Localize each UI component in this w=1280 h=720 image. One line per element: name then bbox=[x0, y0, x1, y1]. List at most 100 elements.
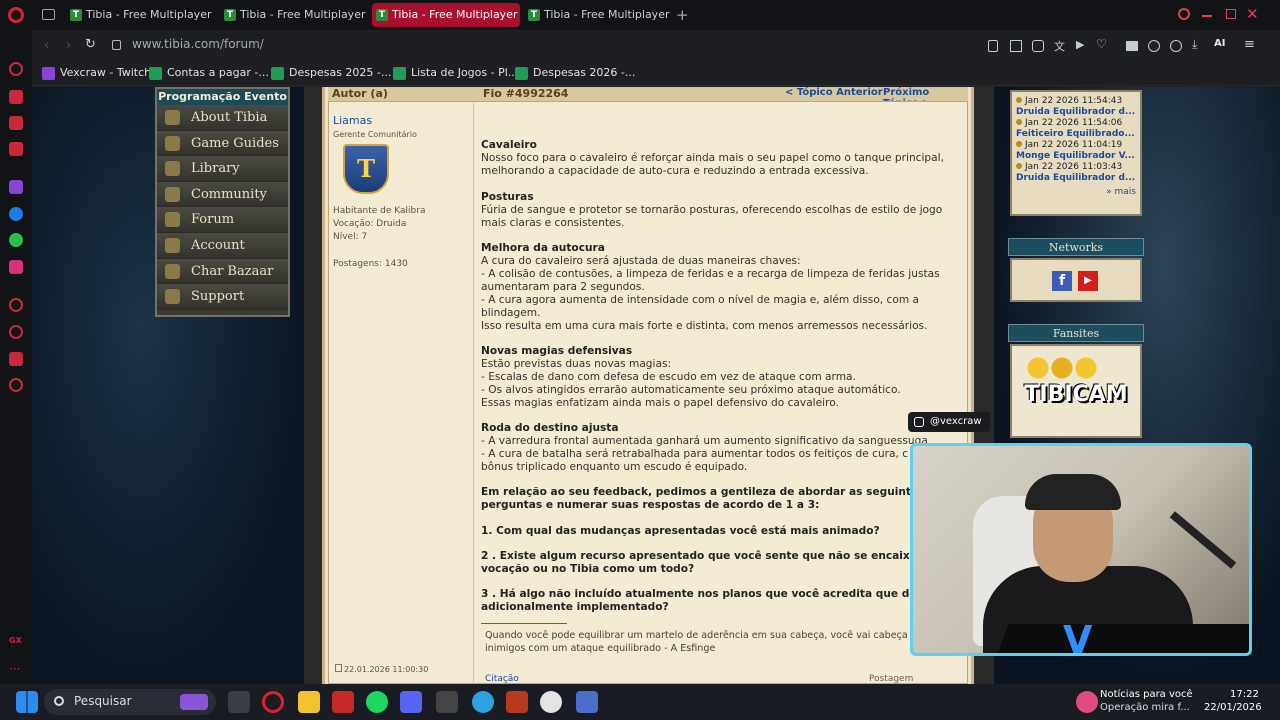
gx-icon[interactable]: GX bbox=[9, 636, 23, 650]
news-link[interactable]: Druida Equilibrador d... bbox=[1016, 107, 1136, 118]
bookmark-despesas-2026[interactable]: Despesas 2026 -... bbox=[515, 66, 635, 80]
menu-item-forum[interactable]: Forum bbox=[157, 207, 288, 233]
youtube-icon[interactable]: ▶ bbox=[1078, 271, 1098, 291]
download-icon[interactable]: ⤓ bbox=[1192, 37, 1197, 52]
profile-icon[interactable] bbox=[1170, 40, 1182, 52]
previous-topic-link[interactable]: < Tópico Anterior bbox=[785, 87, 883, 98]
bookmark-lista-jogos[interactable]: Lista de Jogos - Pl... bbox=[393, 66, 518, 80]
calculator-icon[interactable] bbox=[576, 691, 598, 713]
snapshot-icon[interactable] bbox=[1010, 40, 1022, 52]
discord-icon[interactable] bbox=[400, 691, 422, 713]
more-icon[interactable]: ··· bbox=[9, 662, 23, 676]
history-icon[interactable] bbox=[9, 325, 23, 339]
author-header: Autor (a) bbox=[332, 87, 388, 100]
adblock-icon[interactable] bbox=[1032, 40, 1044, 52]
facebook-icon[interactable]: f bbox=[1052, 271, 1072, 291]
tab-2[interactable]: T Tibia - Free Multiplayer On bbox=[220, 3, 368, 27]
heart-icon[interactable]: ♡ bbox=[1096, 37, 1107, 51]
voicemeeter-icon[interactable] bbox=[332, 691, 354, 713]
twitch-icon[interactable] bbox=[9, 180, 23, 194]
tab-4[interactable]: T Tibia - Free Multiplayer On bbox=[524, 3, 672, 27]
wallet-toolbar-icon[interactable] bbox=[1126, 41, 1138, 51]
instagram-icon[interactable] bbox=[9, 260, 23, 274]
messenger-icon[interactable] bbox=[9, 207, 23, 221]
shopping-icon[interactable] bbox=[9, 90, 23, 104]
menu-item-about[interactable]: About Tibia bbox=[157, 105, 288, 131]
menu-icon[interactable]: ≡ bbox=[1244, 37, 1255, 52]
tibicam-logo[interactable]: TIBICAM bbox=[1016, 382, 1136, 407]
whatsapp-icon[interactable] bbox=[9, 233, 23, 247]
settings-icon[interactable] bbox=[9, 378, 23, 392]
clock-time[interactable]: 17:22 bbox=[1230, 689, 1259, 700]
section-magias: Novas magias defensivas Estão previstas … bbox=[481, 345, 951, 410]
play-icon[interactable]: ▶ bbox=[1076, 38, 1084, 51]
reload-icon[interactable]: ↻ bbox=[85, 37, 96, 52]
bookmark-despesas-2025[interactable]: Despesas 2025 -... bbox=[271, 66, 391, 80]
close-window-icon[interactable]: ✕ bbox=[1246, 5, 1259, 23]
section-line: - A varredura frontal aumentada ganhará … bbox=[481, 435, 928, 447]
menu-item-account[interactable]: Account bbox=[157, 232, 288, 259]
new-tab-icon[interactable]: + bbox=[676, 7, 689, 23]
author-role: Gerente Comunitário bbox=[333, 130, 417, 139]
menu-item-community[interactable]: Community bbox=[157, 181, 288, 208]
spotify-icon[interactable] bbox=[366, 691, 388, 713]
news-link[interactable]: Druida Equilibrador d... bbox=[1016, 173, 1136, 184]
pin-icon[interactable] bbox=[988, 40, 998, 52]
menu-label: Support bbox=[191, 289, 245, 305]
taskbar-search[interactable]: Pesquisar bbox=[44, 689, 216, 715]
player-icon[interactable] bbox=[9, 298, 23, 312]
opera-gx-taskbar-icon[interactable] bbox=[262, 691, 284, 713]
mail-icon[interactable] bbox=[9, 142, 23, 156]
file-explorer-icon[interactable] bbox=[298, 691, 320, 713]
news-item: Jan 22 2026 11:54:06 bbox=[1016, 118, 1136, 129]
refresh-circle-icon[interactable] bbox=[9, 62, 23, 76]
tab-3-active[interactable]: T Tibia - Free Multiplayer On bbox=[372, 3, 520, 27]
ai-button[interactable]: AI bbox=[1214, 38, 1225, 49]
app-icon-1[interactable] bbox=[436, 691, 458, 713]
section-line: - Os alvos atingidos errarão automaticam… bbox=[481, 384, 901, 396]
search-tabs-icon[interactable] bbox=[1178, 8, 1190, 20]
section-line: Estão previstas duas novas magias: bbox=[481, 358, 672, 370]
author-name[interactable]: Liamas bbox=[333, 114, 372, 127]
obs-icon[interactable] bbox=[540, 691, 562, 713]
back-icon[interactable]: ‹ bbox=[44, 38, 49, 53]
translate-icon[interactable]: 文 bbox=[1054, 38, 1065, 54]
game-icon[interactable] bbox=[506, 691, 528, 713]
forward-icon[interactable]: › bbox=[66, 38, 71, 53]
minimize-icon[interactable] bbox=[1202, 15, 1212, 17]
tab-1[interactable]: T Tibia - Free Multiplayer On bbox=[66, 3, 214, 27]
bookmark-contas[interactable]: Contas a pagar -... bbox=[149, 66, 269, 80]
news-link[interactable]: Feiticeiro Equilibrado... bbox=[1016, 129, 1136, 140]
news-widget-icon[interactable] bbox=[1076, 691, 1098, 713]
clock-date[interactable]: 22/01/2026 bbox=[1204, 702, 1262, 713]
post-id: Fio #4992264 bbox=[483, 87, 569, 100]
menu-item-guides[interactable]: Game Guides bbox=[157, 130, 288, 157]
windows-start-icon[interactable] bbox=[16, 691, 38, 713]
opera-logo-icon[interactable] bbox=[8, 7, 24, 23]
more-link[interactable]: » mais bbox=[1016, 187, 1136, 198]
news-widget-title[interactable]: Notícias para você bbox=[1100, 689, 1193, 700]
section-line: blindagem. bbox=[481, 307, 541, 319]
task-view-icon[interactable] bbox=[228, 691, 250, 713]
maximize-icon[interactable] bbox=[1226, 9, 1236, 19]
menu-item-support[interactable]: Support bbox=[157, 284, 288, 310]
tab-strip: T Tibia - Free Multiplayer On T Tibia - Fr… bbox=[0, 0, 1280, 30]
telegram-icon[interactable] bbox=[472, 691, 494, 713]
tab-overview-icon[interactable] bbox=[42, 9, 55, 20]
extensions-toolbar-icon[interactable] bbox=[1148, 40, 1160, 52]
menu-header[interactable]: Programação Evento bbox=[157, 89, 288, 105]
section-line: - A colisão de contusões, a limpeza de f… bbox=[481, 268, 940, 280]
url-field[interactable]: www.tibia.com/forum/ bbox=[132, 37, 264, 51]
address-bar: ‹ › ↻ www.tibia.com/forum/ 文 ▶ ♡ ⤓ AI ≡ bbox=[32, 30, 1280, 62]
guild-crest-icon: T bbox=[343, 144, 389, 194]
menu-item-library[interactable]: Library bbox=[157, 156, 288, 182]
wallet-icon[interactable] bbox=[9, 116, 23, 130]
section-cavaleiro: Cavaleiro Nosso foco para o cavaleiro é … bbox=[481, 139, 951, 178]
menu-item-bazaar[interactable]: Char Bazaar bbox=[157, 258, 288, 285]
extensions-icon[interactable] bbox=[9, 352, 23, 366]
section-title: Posturas bbox=[481, 191, 534, 203]
keyboard bbox=[997, 624, 1249, 653]
quote-link[interactable]: Citação bbox=[485, 673, 519, 684]
news-link[interactable]: Monge Equilibrador V... bbox=[1016, 151, 1136, 162]
bookmark-twitch[interactable]: Vexcraw - Twitch bbox=[42, 66, 151, 80]
